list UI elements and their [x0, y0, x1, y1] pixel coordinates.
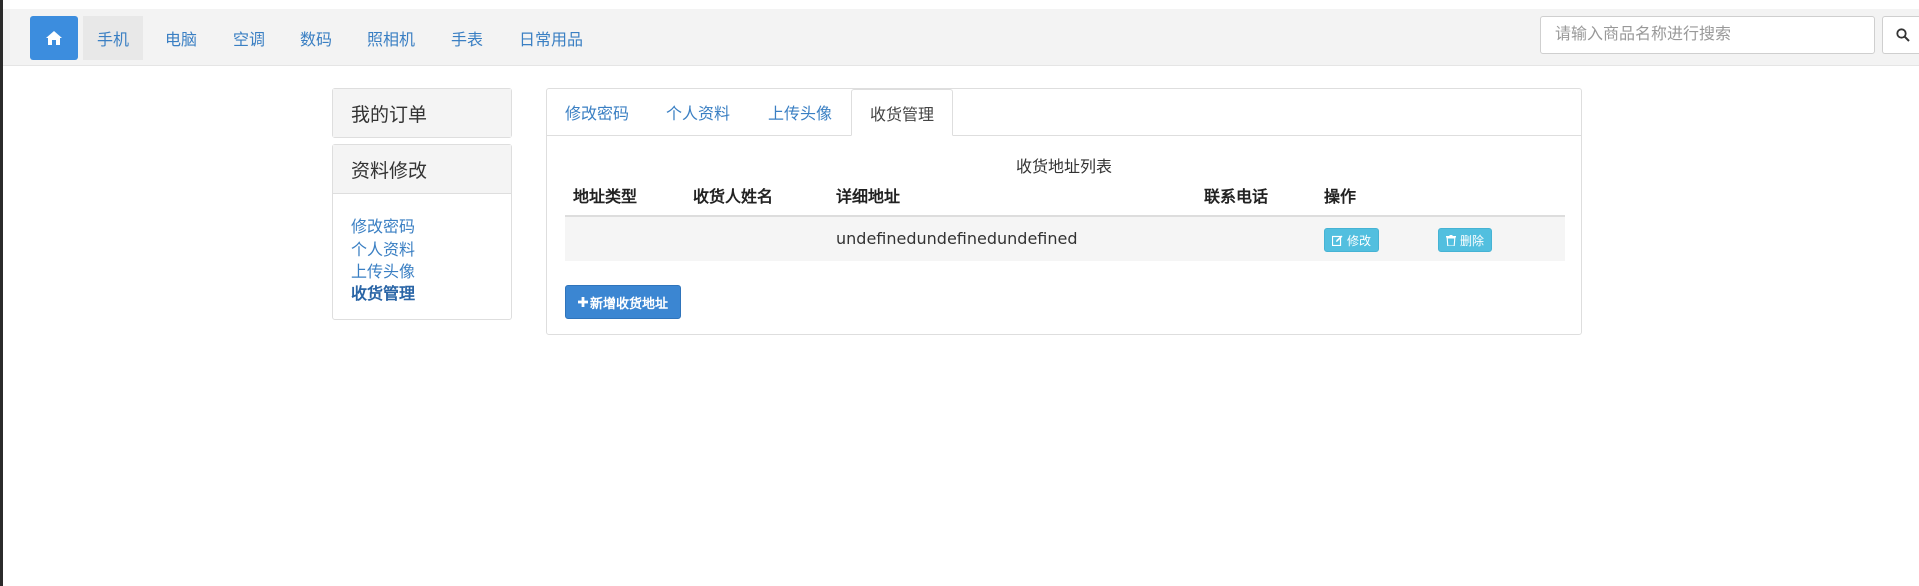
tab-label: 个人资料: [666, 104, 731, 123]
sidebar-orders-title: 我的订单: [351, 103, 428, 126]
tabs-divider: [547, 135, 1581, 136]
home-icon: [46, 31, 62, 45]
edit-icon: [1332, 235, 1343, 246]
window-left-edge: [0, 0, 3, 586]
nav-category-label: 数码: [300, 30, 333, 49]
tab-profile[interactable]: 个人资料: [648, 89, 748, 135]
nav-category-label: 手机: [97, 30, 130, 49]
nav-category-aircon[interactable]: 空调: [233, 16, 265, 60]
tab-change-password[interactable]: 修改密码: [547, 89, 647, 135]
sidebar-link-profile[interactable]: 个人资料: [351, 236, 415, 260]
edit-label: 修改: [1347, 233, 1372, 248]
search-icon: [1895, 28, 1910, 42]
nav-category-label: 日常用品: [519, 30, 584, 49]
sidebar-profile-heading[interactable]: 资料修改: [333, 145, 511, 194]
column-header-detail-address: 详细地址: [836, 187, 901, 206]
column-header-receiver-name: 收货人姓名: [693, 187, 774, 206]
tab-label: 修改密码: [565, 104, 630, 123]
sidebar-link-label: 修改密码: [351, 217, 416, 236]
sidebar-link-label: 个人资料: [351, 240, 416, 259]
column-header-actions: 操作: [1324, 187, 1357, 206]
sidebar-link-avatar[interactable]: 上传头像: [351, 258, 415, 282]
nav-category-label: 电脑: [165, 30, 198, 49]
sidebar-link-label: 收货管理: [351, 284, 416, 303]
cell-detail-address: undefinedundefinedundefined: [836, 229, 1078, 248]
sidebar-profile-panel: 资料修改 修改密码 个人资料 上传头像 收货管理: [332, 144, 512, 320]
page: 手机 电脑 空调 数码 照相机 手表 日常用品 我的订单: [0, 0, 1919, 586]
search-button[interactable]: [1882, 16, 1919, 54]
sidebar-link-label: 上传头像: [351, 262, 416, 281]
nav-category-watch[interactable]: 手表: [451, 16, 483, 60]
tab-avatar[interactable]: 上传头像: [750, 89, 850, 135]
trash-icon: [1446, 234, 1456, 246]
search-input[interactable]: [1540, 16, 1875, 54]
top-strip: [0, 0, 1919, 9]
nav-category-label: 手表: [451, 30, 484, 49]
delete-label: 删除: [1460, 233, 1485, 248]
delete-address-button[interactable]: 删除: [1438, 228, 1493, 252]
sidebar-link-change-password[interactable]: 修改密码: [351, 213, 415, 237]
nav-category-label: 空调: [233, 30, 266, 49]
tab-address[interactable]: 收货管理: [851, 89, 954, 136]
navbar: 手机 电脑 空调 数码 照相机 手表 日常用品: [3, 9, 1919, 66]
sidebar-orders-panel: 我的订单: [332, 88, 512, 138]
column-header-phone: 联系电话: [1204, 187, 1269, 206]
nav-category-daily[interactable]: 日常用品: [519, 16, 583, 60]
nav-category-computer[interactable]: 电脑: [165, 16, 197, 60]
nav-category-camera[interactable]: 照相机: [367, 16, 415, 60]
main-panel: 修改密码 个人资料 上传头像 收货管理 收货地址列表 地址类型 收货人姓名 详细…: [546, 88, 1582, 335]
nav-category-phone[interactable]: 手机: [83, 16, 144, 60]
home-button[interactable]: [30, 16, 78, 60]
tab-label: 上传头像: [768, 104, 833, 123]
column-header-address-type: 地址类型: [573, 187, 638, 206]
sidebar-orders-heading[interactable]: 我的订单: [333, 89, 511, 137]
edit-address-button[interactable]: 修改: [1324, 228, 1380, 252]
add-address-button[interactable]: 新增收货地址: [565, 285, 681, 319]
plus-icon: [577, 297, 588, 307]
table-caption: 收货地址列表: [1015, 157, 1112, 176]
nav-category-label: 照相机: [367, 30, 416, 49]
tab-label: 收货管理: [870, 104, 935, 124]
sidebar-profile-title: 资料修改: [351, 159, 428, 182]
nav-category-digital[interactable]: 数码: [300, 16, 332, 60]
sidebar-link-address[interactable]: 收货管理: [351, 280, 415, 304]
add-address-label: 新增收货地址: [589, 296, 668, 312]
